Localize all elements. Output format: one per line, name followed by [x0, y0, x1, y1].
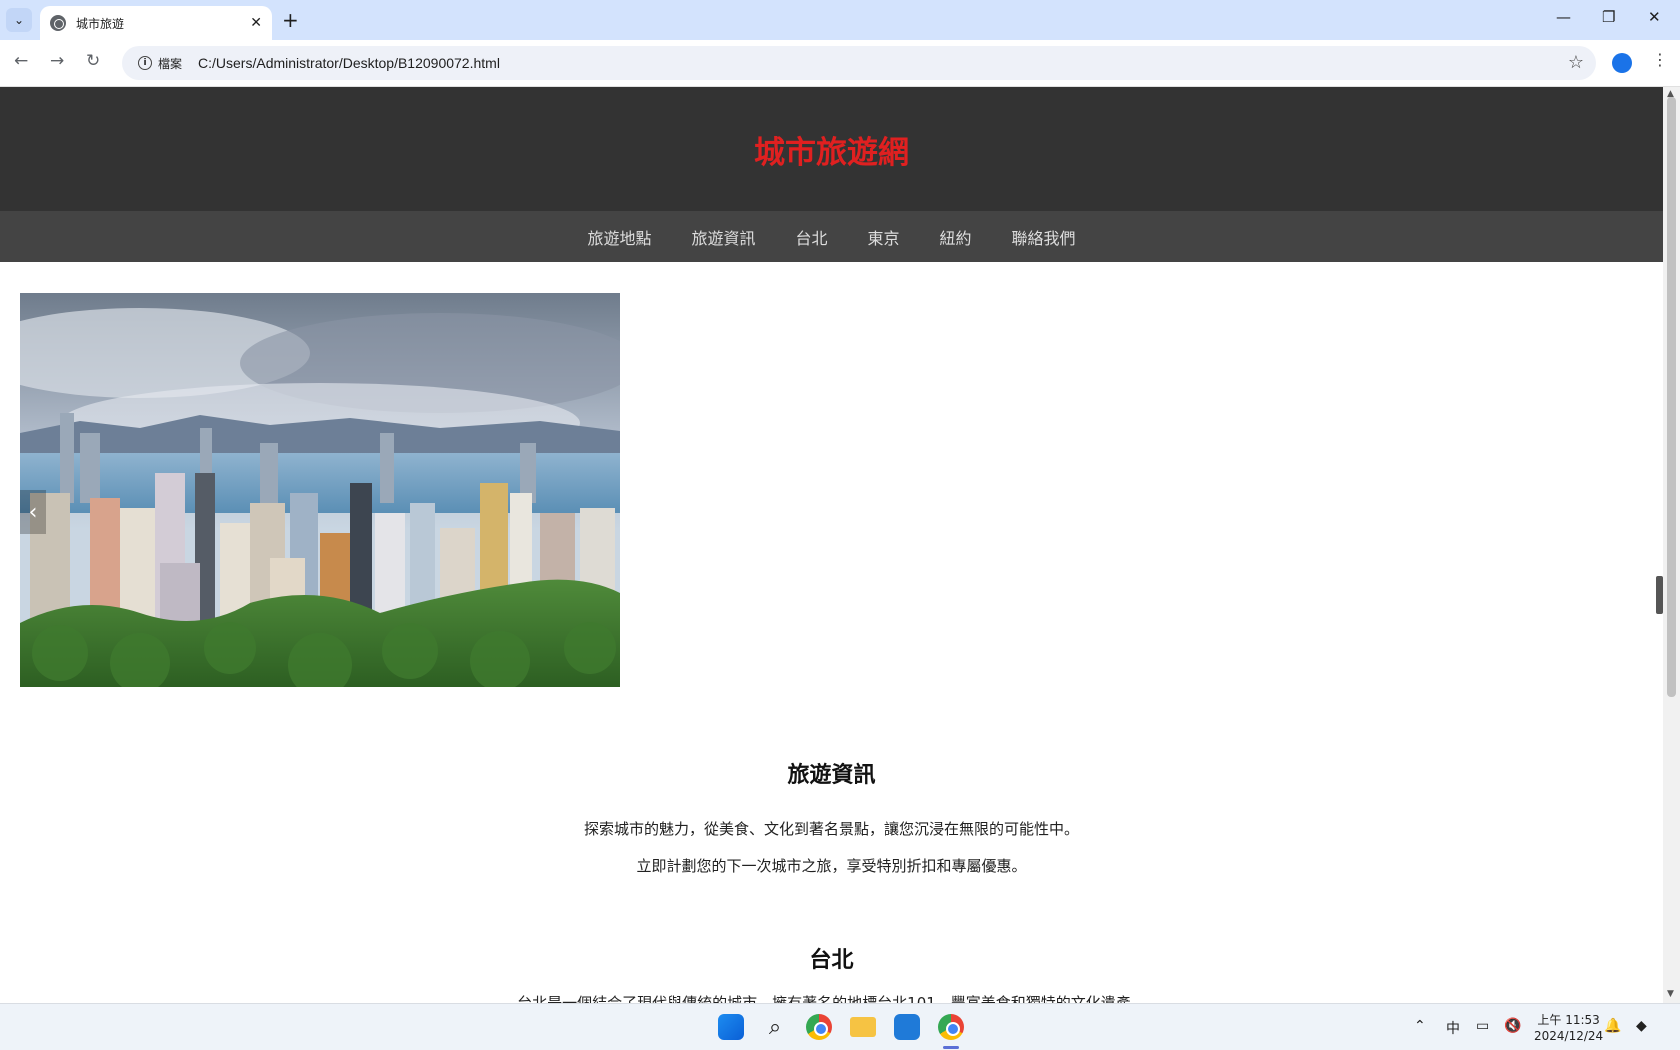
site-header: 城市旅遊網: [0, 87, 1663, 211]
nav-link-taipei[interactable]: 台北: [775, 225, 847, 249]
profile-avatar-icon[interactable]: [1612, 53, 1632, 73]
tab-bar: ⌄ 城市旅遊 ✕ + — ❐ ✕: [0, 0, 1680, 40]
browser-toolbar: ← → ↻ i 檔案 C:/Users/Administrator/Deskto…: [0, 40, 1680, 87]
browser-tab[interactable]: 城市旅遊 ✕: [40, 6, 272, 40]
tab-title: 城市旅遊: [76, 16, 125, 31]
site-title: 城市旅遊網: [754, 134, 909, 171]
taipei-heading: 台北: [809, 948, 854, 973]
info-icon: i: [138, 56, 152, 70]
city-skyline-photo: [20, 293, 620, 687]
windows-start-icon[interactable]: [718, 1014, 744, 1040]
ime-indicator[interactable]: 中: [1446, 1018, 1460, 1038]
nav-link-contact[interactable]: 聯絡我們: [992, 225, 1096, 249]
restore-button[interactable]: ❐: [1602, 8, 1615, 26]
back-icon[interactable]: ←: [14, 51, 28, 71]
nav-link-travel-info[interactable]: 旅遊資訊: [671, 225, 775, 249]
tab-close-icon[interactable]: ✕: [250, 15, 262, 31]
close-window-button[interactable]: ✕: [1648, 8, 1661, 26]
file-explorer-icon[interactable]: [850, 1017, 876, 1037]
site-info-chip[interactable]: i 檔案: [130, 50, 190, 76]
nav-link-destinations[interactable]: 旅遊地點: [567, 225, 671, 249]
carousel-prev-button[interactable]: ‹: [20, 490, 46, 534]
scrollbar-thumb[interactable]: [1667, 97, 1676, 697]
web-page: 城市旅遊網 旅遊地點 旅遊資訊 台北 東京 紐約 聯絡我們 ‹ 旅遊資訊 探索城…: [0, 87, 1663, 1003]
windows-taskbar: ⌕ ⌃ 中 ▭ 🔇 上午 11:53 2024/12/24 🔔 ◆: [0, 1003, 1680, 1050]
new-tab-button[interactable]: +: [282, 8, 299, 32]
nav-link-new-york[interactable]: 紐約: [920, 225, 992, 249]
image-carousel[interactable]: ‹: [20, 293, 620, 687]
volume-muted-icon[interactable]: 🔇: [1504, 1018, 1521, 1034]
forward-icon[interactable]: →: [50, 51, 64, 71]
vscode-icon[interactable]: [894, 1014, 920, 1040]
clock-time: 上午 11:53: [1537, 1013, 1600, 1027]
more-menu-icon[interactable]: ⋮: [1652, 50, 1668, 69]
tray-overflow-chevron-icon[interactable]: ⌃: [1414, 1018, 1426, 1034]
travel-info-section: 旅遊資訊 探索城市的魅力，從美食、文化到著名景點，讓您沉浸在無限的可能性中。 立…: [0, 757, 1663, 885]
reload-icon[interactable]: ↻: [86, 51, 100, 71]
scroll-position-marker: [1656, 576, 1663, 614]
notification-bell-icon[interactable]: 🔔: [1604, 1018, 1621, 1034]
search-icon[interactable]: ⌕: [762, 1014, 788, 1040]
travel-info-heading: 旅遊資訊: [787, 763, 876, 788]
copilot-icon[interactable]: ◆: [1636, 1018, 1647, 1034]
travel-info-text-1: 探索城市的魅力，從美食、文化到著名景點，讓您沉浸在無限的可能性中。: [583, 820, 1079, 838]
chrome-active-icon[interactable]: [938, 1014, 964, 1040]
site-info-label: 檔案: [158, 56, 183, 71]
nav-link-tokyo[interactable]: 東京: [848, 225, 920, 249]
page-scrollbar[interactable]: ▲ ▼: [1663, 87, 1680, 1003]
clock-date: 2024/12/24: [1534, 1029, 1604, 1043]
globe-icon: [50, 15, 66, 31]
url-text: C:/Users/Administrator/Desktop/B12090072…: [198, 55, 500, 71]
site-nav: 旅遊地點 旅遊資訊 台北 東京 紐約 聯絡我們: [0, 211, 1663, 262]
address-bar[interactable]: i 檔案 C:/Users/Administrator/Desktop/B120…: [122, 46, 1596, 80]
taipei-text: 台北是一個結合了現代與傳統的城市，擁有著名的地標台北101，豐富美食和獨特的文化…: [517, 994, 1146, 1003]
bookmark-star-icon[interactable]: ☆: [1568, 52, 1584, 73]
tab-search-button[interactable]: ⌄: [6, 8, 32, 32]
chrome-icon[interactable]: [806, 1014, 832, 1040]
network-icon[interactable]: ▭: [1476, 1018, 1489, 1034]
active-app-indicator: [943, 1046, 959, 1049]
taipei-section: 台北 台北是一個結合了現代與傳統的城市，擁有著名的地標台北101，豐富美食和獨特…: [0, 942, 1663, 1003]
minimize-button[interactable]: —: [1556, 8, 1571, 26]
scroll-down-arrow-icon[interactable]: ▼: [1667, 989, 1674, 999]
system-clock[interactable]: 上午 11:53 2024/12/24: [1534, 1012, 1603, 1044]
travel-info-text-2: 立即計劃您的下一次城市之旅，享受特別折扣和專屬優惠。: [636, 857, 1027, 875]
